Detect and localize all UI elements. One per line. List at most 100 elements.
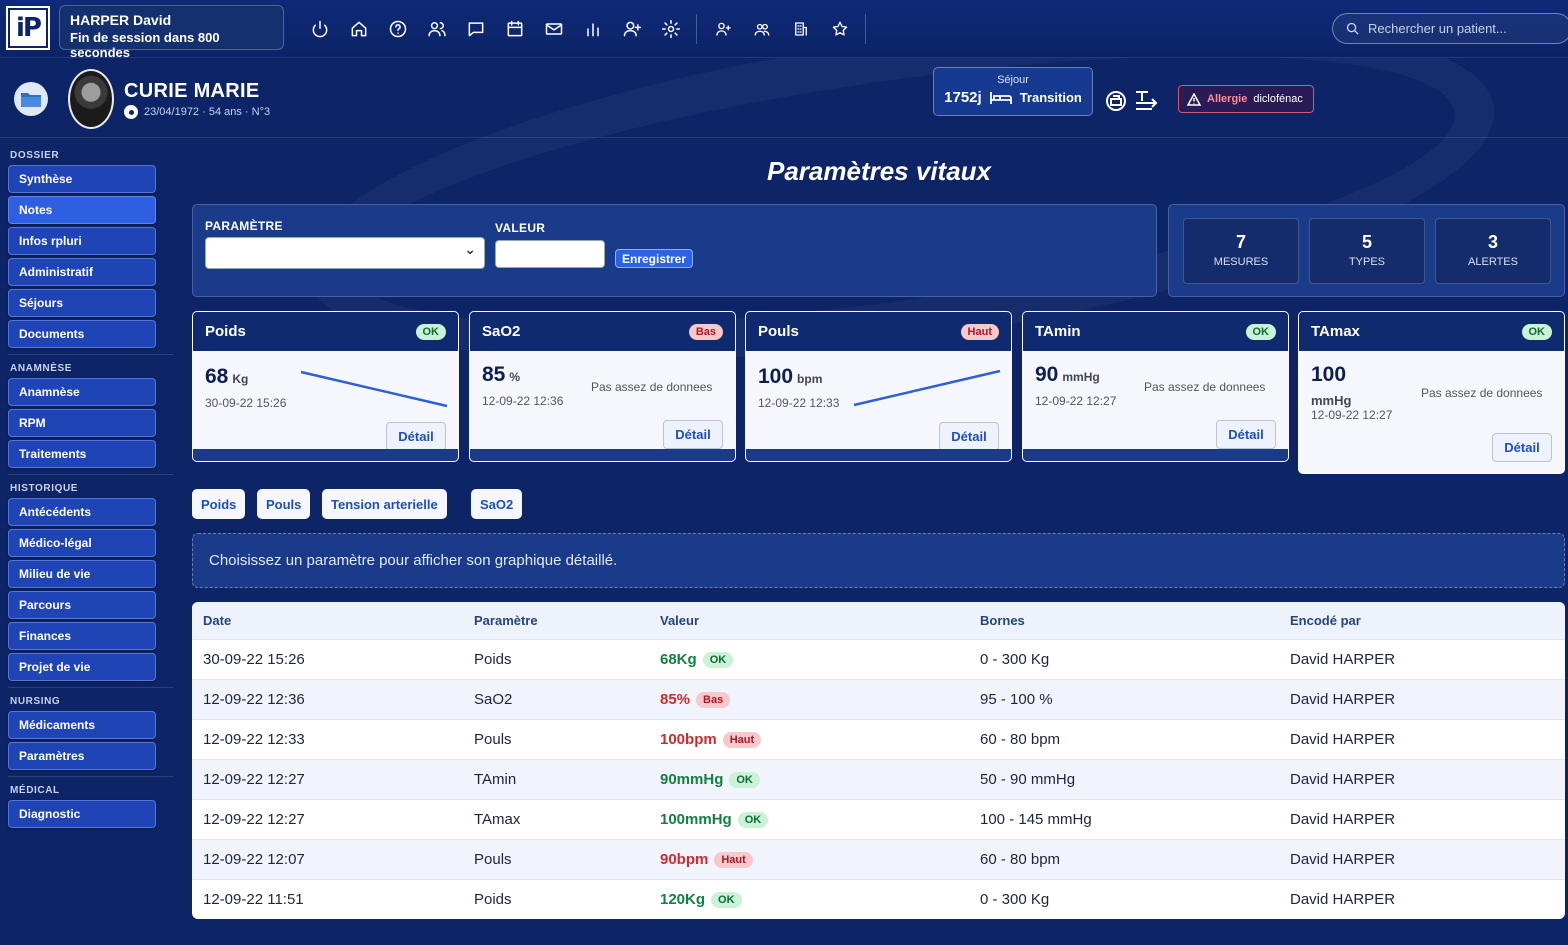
star-icon[interactable] — [820, 14, 859, 44]
users-icon[interactable] — [417, 14, 456, 44]
sidebar-item-notes[interactable]: Notes — [8, 196, 156, 224]
cell-value: 90mmHg OK — [660, 771, 980, 788]
detail-button[interactable]: Détail — [939, 422, 999, 451]
sidebar-item-documents[interactable]: Documents — [8, 320, 156, 348]
sidebar-item-administratif[interactable]: Administratif — [8, 258, 156, 286]
chip-tension[interactable]: Tension arterielle — [322, 489, 447, 519]
detail-button[interactable]: Détail — [1492, 433, 1552, 462]
sidebar-section-title: HISTORIQUE — [10, 483, 79, 494]
cell-value: 90bpm Haut — [660, 851, 980, 868]
sidebar-section-title: MÉDICAL — [10, 785, 60, 796]
param-label: PARAMÈTRE — [205, 219, 283, 233]
sidebar-section: MÉDICAL Diagnostic — [8, 776, 173, 828]
sidebar-item-antecedents[interactable]: Antécédents — [8, 498, 156, 526]
search-icon — [1346, 22, 1359, 35]
sidebar-item-medicaments[interactable]: Médicaments — [8, 711, 156, 739]
person-plus-icon[interactable] — [703, 14, 742, 44]
card-value: 85% — [482, 363, 521, 386]
cell-range: 0 - 300 Kg — [980, 891, 1050, 908]
table-row[interactable]: 12-09-22 12:27 TAmax 100mmHg OK 100 - 145 mm… — [192, 799, 1565, 839]
sidebar-item-anamnese[interactable]: Anamnèse — [8, 378, 156, 406]
card-value: 100 bpm — [758, 365, 823, 388]
sidebar-item-diagnostic[interactable]: Diagnostic — [8, 800, 156, 828]
chip-sao2[interactable]: SaO2 — [471, 489, 523, 519]
col-by[interactable]: Encodé par — [1290, 613, 1565, 628]
sidebar-item-sejours[interactable]: Séjours — [8, 289, 156, 317]
value-text: 90mmHg — [660, 771, 724, 788]
stat-label: ALERTES — [1468, 256, 1518, 268]
card-footer — [1023, 449, 1288, 461]
group-icon[interactable] — [742, 14, 781, 44]
allergy-label: Allergie — [1207, 93, 1248, 105]
detail-button[interactable]: Détail — [1216, 420, 1276, 449]
value-text: 120Kg — [660, 891, 706, 908]
card-footer — [193, 449, 458, 461]
folder-icon[interactable] — [14, 82, 48, 116]
cell-by: David HARPER — [1290, 811, 1396, 828]
session-timer: Fin de session dans 800 secondes — [70, 30, 220, 60]
detail-button[interactable]: Détail — [663, 420, 723, 449]
sidebar-item-projet-de-vie[interactable]: Projet de vie — [8, 653, 156, 681]
cell-date: 12-09-22 12:07 — [203, 851, 305, 868]
allergy-badge[interactable]: Allergie diclofénac — [1178, 85, 1314, 113]
chip-poids[interactable]: Poids — [192, 489, 246, 519]
cell-param: Pouls — [474, 851, 512, 868]
value-text: 100bpm — [660, 731, 717, 748]
sidebar-item-traitements[interactable]: Traitements — [8, 440, 156, 468]
status-badge: OK — [729, 771, 760, 788]
value-input[interactable] — [495, 240, 605, 268]
cell-date: 12-09-22 12:27 — [203, 811, 305, 828]
table-row[interactable]: 12-09-22 11:51 Poids 120Kg OK 0 - 300 Kg Davi… — [192, 879, 1565, 919]
app-logo[interactable]: iP — [6, 6, 50, 50]
home-icon[interactable] — [339, 14, 378, 44]
table-row[interactable]: 12-09-22 12:33 Pouls 100bpm Haut 60 - 80 bpm… — [192, 719, 1565, 759]
transfer-icon[interactable] — [1102, 86, 1162, 121]
table-row[interactable]: 12-09-22 12:27 TAmin 90mmHg OK 50 - 90 mmHg D… — [192, 759, 1565, 799]
card-value: 90 mmHg — [1035, 363, 1100, 386]
building-icon[interactable] — [781, 14, 820, 44]
gear-icon[interactable] — [651, 14, 690, 44]
save-button[interactable]: Enregistrer — [615, 249, 694, 268]
stat-types: 5 TYPES — [1309, 218, 1425, 284]
sejour-box[interactable]: Séjour 1752j Transition — [933, 67, 1093, 116]
param-select[interactable] — [205, 237, 485, 269]
sidebar-item-infos-rpluri[interactable]: Infos rpluri — [8, 227, 156, 255]
chip-pouls[interactable]: Pouls — [257, 489, 311, 519]
sidebar-item-rpm[interactable]: RPM — [8, 409, 156, 437]
sidebar-item-medico-legal[interactable]: Médico-légal — [8, 529, 156, 557]
table-row[interactable]: 12-09-22 12:36 SaO2 85% Bas 95 - 100 % David … — [192, 679, 1565, 719]
calendar-icon[interactable] — [495, 14, 534, 44]
page-title: Paramètres vitaux — [766, 156, 992, 186]
power-icon[interactable] — [300, 14, 339, 44]
sidebar-item-finances[interactable]: Finances — [8, 622, 156, 650]
chart-icon[interactable] — [573, 14, 612, 44]
col-param[interactable]: Paramètre — [474, 613, 660, 628]
cell-by: David HARPER — [1290, 851, 1396, 868]
mail-icon[interactable] — [534, 14, 573, 44]
sidebar-item-synthese[interactable]: Synthèse — [8, 165, 156, 193]
icon-toolbar — [300, 14, 872, 44]
sidebar-item-milieu-de-vie[interactable]: Milieu de vie — [8, 560, 156, 588]
patient-search[interactable] — [1332, 13, 1568, 44]
help-icon[interactable] — [378, 14, 417, 44]
table-row[interactable]: 30-09-22 15:26 Poids 68Kg OK 0 - 300 Kg David… — [192, 639, 1565, 679]
top-bar: iP HARPER David Fin de session dans 800 … — [0, 0, 1568, 60]
sidebar-item-parcours[interactable]: Parcours — [8, 591, 156, 619]
col-value[interactable]: Valeur — [660, 613, 980, 628]
col-date[interactable]: Date — [192, 613, 474, 628]
sidebar-item-parametres[interactable]: Paramètres — [8, 742, 156, 770]
stat-label: MESURES — [1213, 256, 1269, 268]
cell-range: 95 - 100 % — [980, 691, 1053, 708]
cell-date: 12-09-22 12:27 — [203, 771, 305, 788]
entry-form: PARAMÈTRE VALEUR Enregistrer — [192, 204, 1157, 297]
card-date: 12-09-22 12:27 — [1035, 394, 1117, 408]
col-range[interactable]: Bornes — [980, 613, 1290, 628]
card-date: 12-09-22 12:27 — [1311, 408, 1393, 422]
user-add-icon[interactable] — [612, 14, 651, 44]
chat-icon[interactable] — [456, 14, 495, 44]
card-title: Pouls — [758, 323, 799, 340]
cell-date: 12-09-22 12:36 — [203, 691, 305, 708]
table-row[interactable]: 12-09-22 12:07 Pouls 90bpm Haut 60 - 80 bpm D… — [192, 839, 1565, 879]
search-input[interactable] — [1368, 21, 1568, 36]
detail-button[interactable]: Détail — [386, 422, 446, 451]
